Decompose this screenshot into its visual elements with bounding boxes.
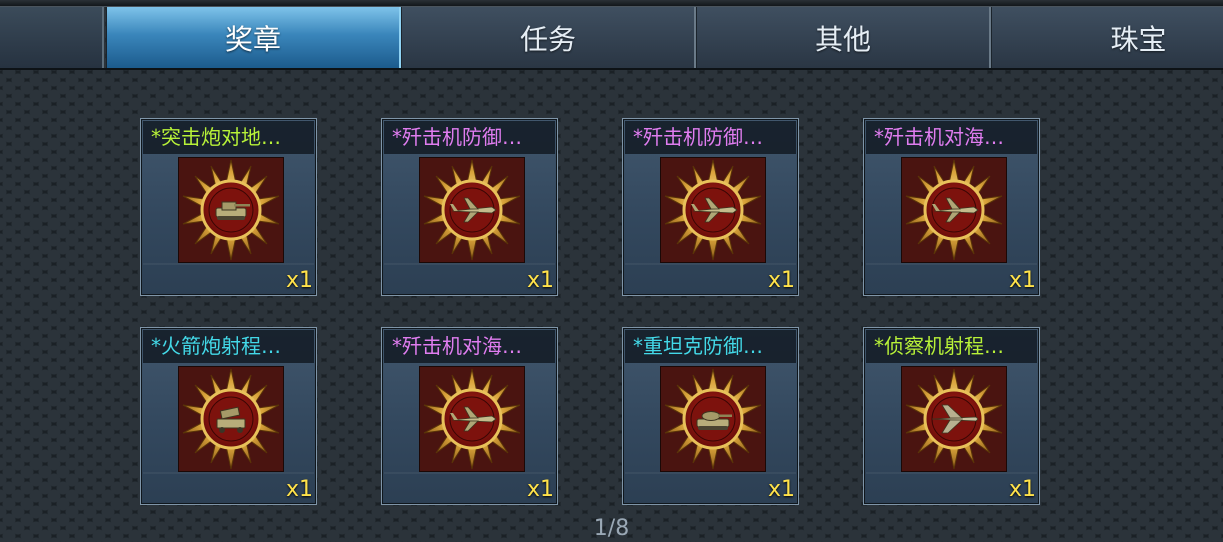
item-quantity: x1 [767, 268, 795, 293]
card-stripe [384, 263, 555, 265]
item-quantity: x1 [285, 268, 313, 293]
medal-icon [660, 366, 766, 472]
item-name: *歼击机对海… [384, 330, 555, 363]
item-name: *火箭炮射程… [143, 330, 314, 363]
item-name: *侦察机射程… [866, 330, 1037, 363]
item-quantity: x1 [526, 477, 554, 502]
card-stripe [143, 472, 314, 474]
card-stripe [866, 472, 1037, 474]
medal-item[interactable]: *火箭炮射程… x1 [140, 327, 317, 505]
item-quantity: x1 [526, 268, 554, 293]
medal-grid: *突击炮对地… x1 *歼击机防御… x1 *歼击机防御… x1 *歼击机对海…… [0, 0, 1223, 542]
medal-icon [419, 366, 525, 472]
medal-icon [901, 366, 1007, 472]
card-stripe [384, 472, 555, 474]
item-name: *歼击机对海… [866, 121, 1037, 154]
item-name: *歼击机防御… [384, 121, 555, 154]
item-quantity: x1 [285, 477, 313, 502]
medal-icon [419, 157, 525, 263]
medal-item[interactable]: *重坦克防御… x1 [622, 327, 799, 505]
item-name: *重坦克防御… [625, 330, 796, 363]
medal-icon [178, 366, 284, 472]
medal-item[interactable]: *歼击机对海… x1 [381, 327, 558, 505]
medal-item[interactable]: *歼击机防御… x1 [622, 118, 799, 296]
medal-item[interactable]: *歼击机防御… x1 [381, 118, 558, 296]
card-stripe [625, 472, 796, 474]
medal-item[interactable]: *侦察机射程… x1 [863, 327, 1040, 505]
item-quantity: x1 [767, 477, 795, 502]
item-name: *突击炮对地… [143, 121, 314, 154]
card-stripe [866, 263, 1037, 265]
medal-item[interactable]: *突击炮对地… x1 [140, 118, 317, 296]
medal-icon [660, 157, 766, 263]
item-quantity: x1 [1008, 268, 1036, 293]
card-stripe [143, 263, 314, 265]
card-stripe [625, 263, 796, 265]
item-name: *歼击机防御… [625, 121, 796, 154]
item-quantity: x1 [1008, 477, 1036, 502]
medal-icon [178, 157, 284, 263]
medal-icon [901, 157, 1007, 263]
medal-item[interactable]: *歼击机对海… x1 [863, 118, 1040, 296]
page-indicator: 1/8 [593, 516, 630, 541]
